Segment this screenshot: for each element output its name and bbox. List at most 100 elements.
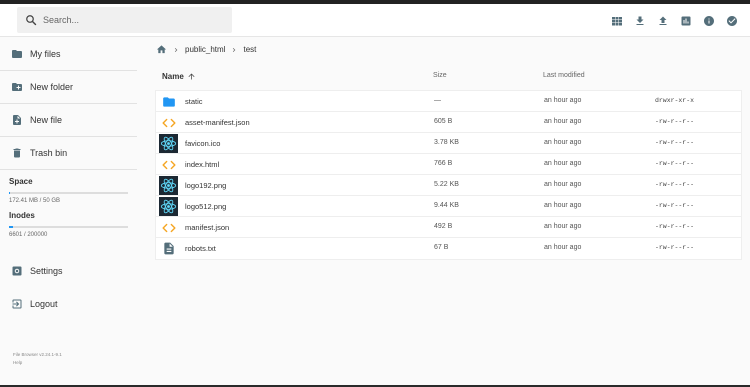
select-multiple-button[interactable] [720, 12, 743, 29]
version-text: File Browser v2.24.1-9.1 [13, 352, 62, 357]
file-row[interactable]: favicon.ico 3.78 KB an hour ago -rw-r--r-- [156, 133, 741, 154]
file-name: logo512.png [185, 202, 227, 211]
breadcrumb-item[interactable]: public_html [185, 45, 225, 54]
note-add-icon [13, 115, 21, 125]
chevron-right-icon [174, 47, 178, 52]
sidebar-item-new-folder[interactable]: New folder [0, 71, 137, 104]
sidebar-item-label: Logout [30, 298, 58, 309]
file-modified: an hour ago [544, 97, 582, 104]
download-button[interactable] [628, 12, 651, 29]
folder-icon [159, 92, 178, 111]
file-size: 492 B [434, 223, 453, 230]
grid-view-button[interactable] [605, 12, 628, 29]
file-permissions: -rw-r--r-- [655, 223, 695, 230]
download-icon [636, 16, 643, 25]
file-permissions: -rw-r--r-- [655, 118, 695, 125]
sidebar-item-my-files[interactable]: My files [0, 38, 137, 71]
arrow-up-icon [188, 73, 195, 80]
sidebar-item-settings[interactable]: Settings [0, 254, 137, 287]
help-link[interactable]: Help [13, 359, 62, 367]
file-modified: an hour ago [544, 139, 582, 146]
name-column-label: Name [162, 72, 184, 81]
file-modified: an hour ago [544, 160, 582, 167]
file-permissions: -rw-r--r-- [655, 139, 695, 146]
file-row[interactable]: logo512.png 9.44 KB an hour ago -rw-r--r-- [156, 196, 741, 217]
header-actions [605, 12, 743, 29]
file-row[interactable]: asset-manifest.json 605 B an hour ago -rw-r… [156, 112, 741, 133]
file-row[interactable]: robots.txt 67 B an hour ago -rw-r--r-- [156, 238, 741, 259]
modified-column-header[interactable]: Last modified [543, 72, 585, 79]
file-permissions: -rw-r--r-- [655, 181, 695, 188]
sidebar-item-label: Settings [30, 265, 63, 276]
top-bar [0, 4, 750, 37]
file-modified: an hour ago [544, 244, 582, 251]
upload-button[interactable] [651, 12, 674, 29]
create-new-folder-icon [12, 83, 22, 91]
file-modified: an hour ago [544, 202, 582, 209]
search-input[interactable] [43, 15, 223, 25]
file-name: favicon.ico [185, 139, 221, 148]
search-icon [26, 15, 37, 26]
file-size: 605 B [434, 118, 453, 125]
file-size: 67 B [434, 244, 449, 251]
file-permissions: -rw-r--r-- [655, 160, 695, 167]
file-size: — [434, 97, 441, 104]
chevron-right-icon [233, 47, 236, 52]
space-usage: Space 172.41 MB / 50 GB [0, 177, 132, 204]
sidebar-item-new-file[interactable]: New file [0, 104, 137, 137]
search-bar[interactable] [17, 7, 232, 33]
inodes-usage: Inodes 6601 / 200000 [0, 211, 132, 238]
breadcrumb: public_html test [155, 38, 742, 61]
check-circle-icon [726, 15, 737, 26]
code-icon [159, 218, 178, 237]
settings-icon [12, 266, 22, 275]
sidebar-item-logout[interactable]: Logout [0, 287, 137, 320]
file-permissions: -rw-r--r-- [655, 244, 695, 251]
file-row[interactable]: index.html 766 B an hour ago -rw-r--r-- [156, 154, 741, 175]
file-name: index.html [185, 160, 220, 169]
usage-button[interactable] [674, 12, 697, 29]
version-info: File Browser v2.24.1-9.1 Help [13, 351, 62, 367]
inodes-value: 6601 / 200000 [9, 232, 48, 238]
size-column-header[interactable]: Size [433, 72, 447, 79]
inodes-progress-bar [9, 226, 128, 228]
file-name: static [185, 97, 203, 106]
file-modified: an hour ago [544, 223, 582, 230]
file-row[interactable]: manifest.json 492 B an hour ago -rw-r--r-- [156, 217, 741, 238]
file-name: robots.txt [185, 244, 216, 253]
sidebar-item-label: New file [30, 115, 63, 125]
react-image-icon [159, 197, 178, 216]
upload-icon [659, 16, 666, 25]
home-icon[interactable] [156, 44, 167, 55]
react-image-icon [159, 134, 178, 153]
space-progress-bar [9, 192, 128, 194]
info-icon [703, 15, 714, 26]
info-button[interactable] [697, 12, 720, 29]
file-modified: an hour ago [544, 181, 582, 188]
sidebar-item-trash-bin[interactable]: Trash bin [0, 137, 137, 170]
file-list: static — an hour ago drwxr-xr-x asset-manife… [155, 90, 742, 260]
file-size: 9.44 KB [434, 202, 459, 209]
react-image-icon [159, 176, 178, 195]
trash-icon [13, 148, 21, 158]
space-title: Space [9, 177, 33, 186]
file-size: 5.22 KB [434, 181, 459, 188]
breadcrumb-item[interactable]: test [243, 45, 256, 54]
sidebar-item-label: Trash bin [30, 148, 68, 158]
logout-icon [12, 299, 22, 308]
file-permissions: drwxr-xr-x [655, 97, 695, 104]
file-name: logo192.png [185, 181, 227, 190]
name-column-header[interactable]: Name [162, 72, 196, 81]
file-modified: an hour ago [544, 118, 582, 125]
file-size: 766 B [434, 160, 453, 167]
inodes-title: Inodes [9, 211, 35, 220]
sidebar: My files New folder New file Trash bin S… [0, 38, 140, 385]
code-icon [159, 113, 178, 132]
file-row[interactable]: logo192.png 5.22 KB an hour ago -rw-r--r-- [156, 175, 741, 196]
inodes-progress-fill [9, 226, 13, 228]
grid-view-icon [611, 16, 622, 25]
space-value: 172.41 MB / 50 GB [9, 198, 61, 204]
sidebar-item-label: My files [30, 49, 61, 59]
file-name: manifest.json [185, 223, 230, 232]
file-row[interactable]: static — an hour ago drwxr-xr-x [156, 91, 741, 112]
